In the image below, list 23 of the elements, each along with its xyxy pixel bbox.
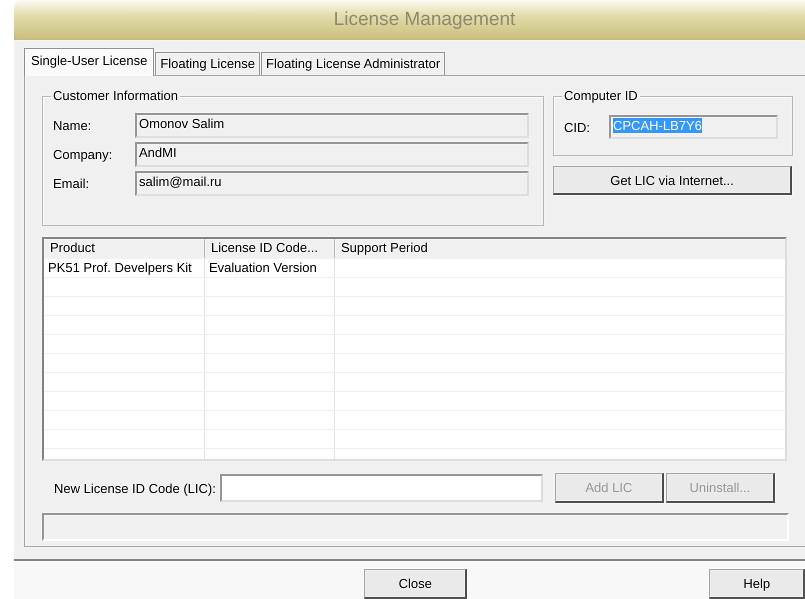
window-title: License Management: [332, 9, 516, 31]
tab[interactable]: Floating License Administrator: [261, 52, 446, 75]
group-title: Computer ID: [562, 88, 640, 103]
field-label: Company:: [53, 147, 114, 162]
field-label: Name:: [53, 118, 92, 133]
field-label: Email:: [53, 176, 90, 191]
column-header[interactable]: License ID Code...: [205, 239, 335, 258]
lic-input-field[interactable]: [220, 474, 543, 502]
column-header[interactable]: Product: [44, 239, 205, 258]
text-field[interactable]: AndMI: [135, 142, 529, 167]
field-label: New License ID Code (LIC):: [54, 480, 216, 496]
group-title: Customer Information: [51, 88, 180, 103]
footer-button[interactable]: Close: [364, 569, 468, 599]
text-field[interactable]: salim@mail.ru: [135, 171, 529, 196]
tab[interactable]: Floating License: [155, 52, 260, 75]
field-label: CID:: [564, 120, 591, 134]
column-header[interactable]: Support Period: [335, 239, 785, 258]
footer-button[interactable]: Help: [709, 569, 805, 599]
tab[interactable]: Single-User License: [24, 48, 154, 76]
table-cell: Evaluation Version: [205, 259, 335, 277]
text-field[interactable]: Omonov Salim: [135, 113, 529, 138]
get-lic-button[interactable]: Get LIC via Internet...: [553, 166, 792, 195]
table-cell: PK51 Prof. Develpers Kit: [44, 259, 205, 277]
